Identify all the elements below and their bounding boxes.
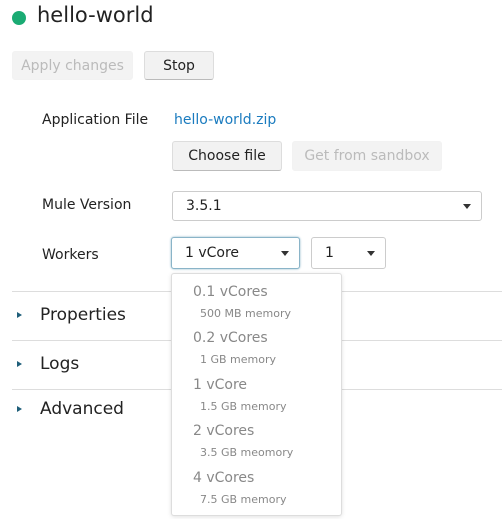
worker-option[interactable]: 1 vCore 1.5 GB memory bbox=[172, 373, 341, 419]
worker-option[interactable]: 0.1 vCores 500 MB memory bbox=[172, 280, 341, 326]
option-memory: 1 GB memory bbox=[200, 353, 277, 366]
section-label: Properties bbox=[40, 305, 126, 325]
worker-option[interactable]: 4 vCores 7.5 GB memory bbox=[172, 466, 341, 512]
section-label: Logs bbox=[40, 354, 80, 374]
mule-version-value: 3.5.1 bbox=[186, 198, 222, 214]
option-memory: 1.5 GB memory bbox=[200, 400, 287, 413]
workers-label: Workers bbox=[42, 247, 99, 263]
option-memory: 7.5 GB memory bbox=[200, 493, 287, 506]
caret-right-icon bbox=[17, 406, 22, 412]
section-label: Advanced bbox=[40, 399, 124, 419]
stop-button[interactable]: Stop bbox=[144, 51, 214, 80]
option-label: 0.2 vCores bbox=[193, 330, 268, 346]
chevron-down-icon bbox=[367, 251, 375, 256]
choose-file-button[interactable]: Choose file bbox=[172, 141, 282, 171]
status-dot bbox=[12, 11, 26, 25]
worker-option[interactable]: 0.2 vCores 1 GB memory bbox=[172, 326, 341, 372]
worker-option[interactable]: 2 vCores 3.5 GB meomory bbox=[172, 419, 341, 465]
option-label: 4 vCores bbox=[193, 470, 255, 486]
application-file-link[interactable]: hello-world.zip bbox=[174, 112, 276, 128]
worker-size-dropdown: 0.1 vCores 500 MB memory 0.2 vCores 1 GB m… bbox=[171, 273, 342, 516]
worker-count-select[interactable]: 1 bbox=[311, 237, 386, 269]
page-title: hello-world bbox=[37, 3, 154, 27]
chevron-down-icon bbox=[463, 204, 471, 209]
application-file-label: Application File bbox=[42, 112, 149, 128]
caret-right-icon bbox=[17, 312, 22, 318]
chevron-down-icon bbox=[281, 251, 289, 256]
option-label: 0.1 vCores bbox=[193, 284, 268, 300]
apply-changes-button[interactable]: Apply changes bbox=[12, 51, 133, 80]
get-from-sandbox-button[interactable]: Get from sandbox bbox=[292, 141, 442, 171]
mule-version-select[interactable]: 3.5.1 bbox=[172, 191, 482, 221]
worker-size-value: 1 vCore bbox=[185, 245, 240, 261]
option-memory: 3.5 GB meomory bbox=[200, 446, 294, 459]
worker-count-value: 1 bbox=[325, 245, 334, 261]
option-label: 1 vCore bbox=[193, 377, 248, 393]
option-label: 2 vCores bbox=[193, 423, 255, 439]
option-memory: 500 MB memory bbox=[200, 307, 291, 320]
worker-size-select[interactable]: 1 vCore bbox=[171, 237, 300, 269]
caret-right-icon bbox=[17, 361, 22, 367]
mule-version-label: Mule Version bbox=[42, 197, 132, 213]
